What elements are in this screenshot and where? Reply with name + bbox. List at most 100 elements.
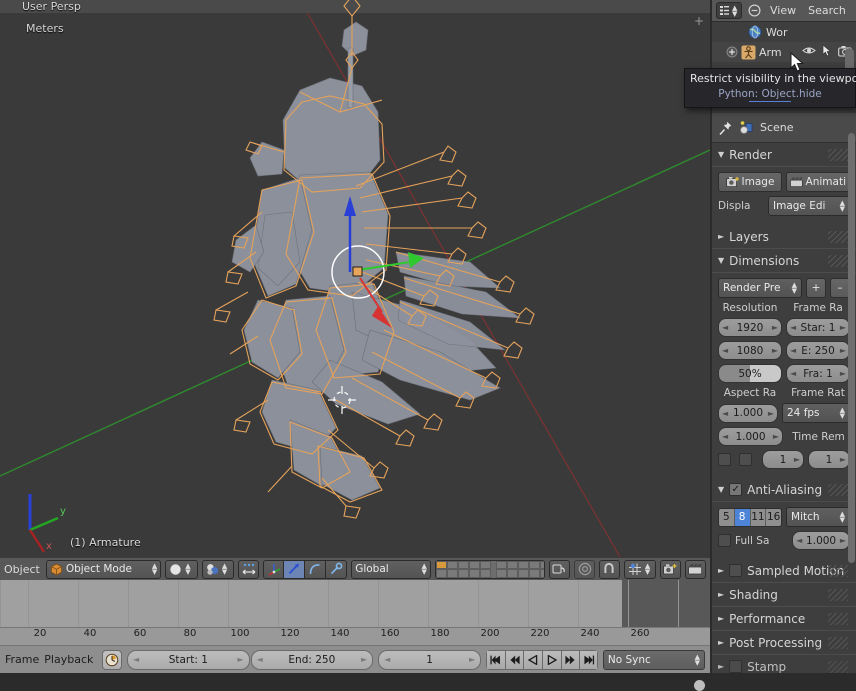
right-arrow-icon[interactable]: ► bbox=[772, 346, 778, 355]
right-arrow-icon[interactable]: ► bbox=[840, 346, 846, 355]
layer-cell[interactable] bbox=[539, 560, 545, 569]
resolution-percentage-slider[interactable]: 50% bbox=[718, 364, 782, 383]
panel-header-post-processing[interactable]: ► Post Processing bbox=[712, 631, 856, 655]
layer-cell[interactable] bbox=[457, 569, 469, 578]
layer-cell[interactable] bbox=[468, 560, 480, 569]
remove-preset-button[interactable]: – bbox=[830, 278, 850, 298]
framerate-dropdown[interactable]: 24 fps ▲ ▼ bbox=[782, 403, 850, 423]
jump-to-start-button[interactable] bbox=[486, 649, 505, 670]
right-arrow-icon[interactable]: ► bbox=[773, 432, 779, 441]
aspect-y-field[interactable]: ◄ 1.000 ► bbox=[718, 427, 783, 446]
panel-header-stamp[interactable]: ► Stamp bbox=[712, 655, 856, 673]
layer-cell[interactable] bbox=[446, 569, 458, 578]
snap-target-dropdown[interactable]: ▲ ▼ bbox=[623, 559, 657, 579]
playback-menu[interactable]: Playback bbox=[44, 653, 93, 666]
frame-end-input[interactable]: ◄ End: 250 ► bbox=[250, 649, 374, 670]
jump-to-end-button[interactable] bbox=[579, 649, 598, 670]
aa-samples-group[interactable]: 5 8 11 16 bbox=[718, 507, 783, 527]
layer-cell[interactable] bbox=[495, 569, 507, 578]
layer-cell[interactable] bbox=[517, 569, 529, 578]
render-still-button[interactable] bbox=[660, 559, 682, 579]
panel-grip[interactable] bbox=[828, 149, 848, 161]
left-arrow-icon[interactable]: ◄ bbox=[133, 655, 139, 664]
toggle-editmode-overlay-button[interactable] bbox=[238, 559, 260, 579]
aa-sample-8[interactable]: 8 bbox=[734, 508, 751, 526]
aa-sample-5[interactable]: 5 bbox=[719, 508, 735, 526]
outliner-row-world[interactable]: Wor bbox=[712, 22, 856, 42]
playback-sync-button[interactable] bbox=[102, 649, 123, 670]
left-arrow-icon[interactable]: ◄ bbox=[796, 536, 802, 545]
border-checkbox[interactable] bbox=[718, 453, 731, 466]
panel-header-dimensions[interactable]: ▼ Dimensions bbox=[712, 249, 856, 273]
scale-manipulator-button[interactable] bbox=[326, 559, 348, 579]
right-arrow-icon[interactable]: ► bbox=[840, 369, 846, 378]
render-preset-dropdown[interactable]: Render Pre ▲ ▼ bbox=[718, 278, 802, 298]
left-arrow-icon[interactable]: ◄ bbox=[790, 346, 796, 355]
panel-grip[interactable] bbox=[828, 661, 848, 673]
right-arrow-icon[interactable]: ► bbox=[237, 655, 243, 664]
aa-filter-dropdown[interactable]: Mitch ▲ ▼ bbox=[786, 507, 850, 527]
panel-grip[interactable] bbox=[828, 589, 848, 601]
right-arrow-icon[interactable]: ► bbox=[794, 455, 800, 464]
right-arrow-icon[interactable]: ► bbox=[840, 455, 846, 464]
play-forward-button[interactable] bbox=[541, 649, 561, 670]
anti-aliasing-checkbox[interactable]: ✓ bbox=[729, 483, 743, 496]
panel-grip[interactable] bbox=[828, 484, 848, 496]
aspect-x-field[interactable]: ◄ 1.000 ► bbox=[718, 403, 778, 423]
display-mode-dropdown[interactable]: Image Edi ▲ ▼ bbox=[768, 196, 850, 216]
panel-grip[interactable] bbox=[828, 231, 848, 243]
layer-cell[interactable] bbox=[506, 569, 518, 578]
object-menu[interactable]: Object bbox=[4, 563, 40, 576]
viewport-shading-dropdown[interactable]: ▲ ▼ bbox=[165, 559, 198, 579]
outliner-row-armature[interactable]: Arm bbox=[712, 42, 856, 62]
editor-type-button[interactable]: ▲ ▼ bbox=[716, 2, 742, 19]
outliner-menu-search[interactable]: Search bbox=[805, 4, 849, 17]
viewport-expand-icon[interactable]: + bbox=[694, 14, 704, 28]
scene-layers-grid[interactable] bbox=[434, 559, 546, 579]
frame-start-input[interactable]: ◄ Start: 1 ► bbox=[127, 649, 250, 670]
frame-start-field[interactable]: ◄ Star: 1 ► bbox=[786, 318, 850, 337]
rotate-manipulator-button[interactable] bbox=[305, 559, 327, 579]
right-arrow-icon[interactable]: ► bbox=[469, 655, 475, 664]
panel-header-performance[interactable]: ► Performance bbox=[712, 607, 856, 631]
render-engine-dropdown[interactable]: ▲ ▼ bbox=[201, 559, 235, 579]
panel-grip[interactable] bbox=[828, 565, 848, 577]
panel-header-render[interactable]: ▼ Render bbox=[712, 143, 856, 167]
properties-editor[interactable]: Scene ▼ Render Image Animati Displa Imag… bbox=[712, 113, 856, 673]
panel-header-anti-aliasing[interactable]: ▼ ✓ Anti-Aliasing bbox=[712, 478, 856, 502]
timeline-scroll-knob[interactable] bbox=[694, 680, 705, 691]
aa-filter-size-field[interactable]: ◄ 1.000 ► bbox=[792, 531, 850, 550]
3d-viewport[interactable]: y x User Persp Meters (1) Armature + bbox=[0, 0, 710, 557]
left-arrow-icon[interactable]: ◄ bbox=[722, 323, 728, 332]
right-arrow-icon[interactable]: ► bbox=[772, 323, 778, 332]
render-animation-button[interactable]: Animati bbox=[786, 172, 850, 192]
render-image-button[interactable]: Image bbox=[718, 172, 782, 192]
timeline-track[interactable] bbox=[0, 580, 710, 627]
time-remap-old-field[interactable]: 1 ► bbox=[762, 450, 804, 469]
add-preset-button[interactable]: + bbox=[806, 278, 826, 298]
snap-toggle-button[interactable] bbox=[598, 559, 620, 579]
full-sample-checkbox[interactable] bbox=[718, 534, 731, 547]
left-arrow-icon[interactable]: ◄ bbox=[722, 346, 728, 355]
left-arrow-icon[interactable]: ◄ bbox=[384, 655, 390, 664]
right-arrow-icon[interactable]: ► bbox=[768, 409, 774, 418]
right-arrow-icon[interactable]: ► bbox=[840, 323, 846, 332]
jump-to-prev-keyframe-button[interactable] bbox=[504, 649, 524, 670]
current-frame-input[interactable]: ◄ 1 ► bbox=[378, 649, 482, 670]
left-arrow-icon[interactable]: ◄ bbox=[257, 655, 263, 664]
layer-cell[interactable] bbox=[479, 569, 491, 578]
layer-cell[interactable] bbox=[435, 560, 447, 569]
stamp-checkbox[interactable] bbox=[729, 660, 743, 673]
jump-to-next-keyframe-button[interactable] bbox=[560, 649, 580, 670]
layer-cell[interactable] bbox=[468, 569, 480, 578]
left-arrow-icon[interactable]: ◄ bbox=[722, 432, 728, 441]
manipulator-toggle-button[interactable] bbox=[263, 559, 285, 579]
layer-cell[interactable] bbox=[495, 560, 507, 569]
layer-cell[interactable] bbox=[517, 560, 529, 569]
render-animation-toolbar-button[interactable] bbox=[685, 559, 707, 579]
panel-grip[interactable] bbox=[828, 637, 848, 649]
layer-cell[interactable] bbox=[446, 560, 458, 569]
panel-grip[interactable] bbox=[828, 613, 848, 625]
left-arrow-icon[interactable]: ◄ bbox=[722, 409, 728, 418]
right-arrow-icon[interactable]: ► bbox=[840, 536, 846, 545]
